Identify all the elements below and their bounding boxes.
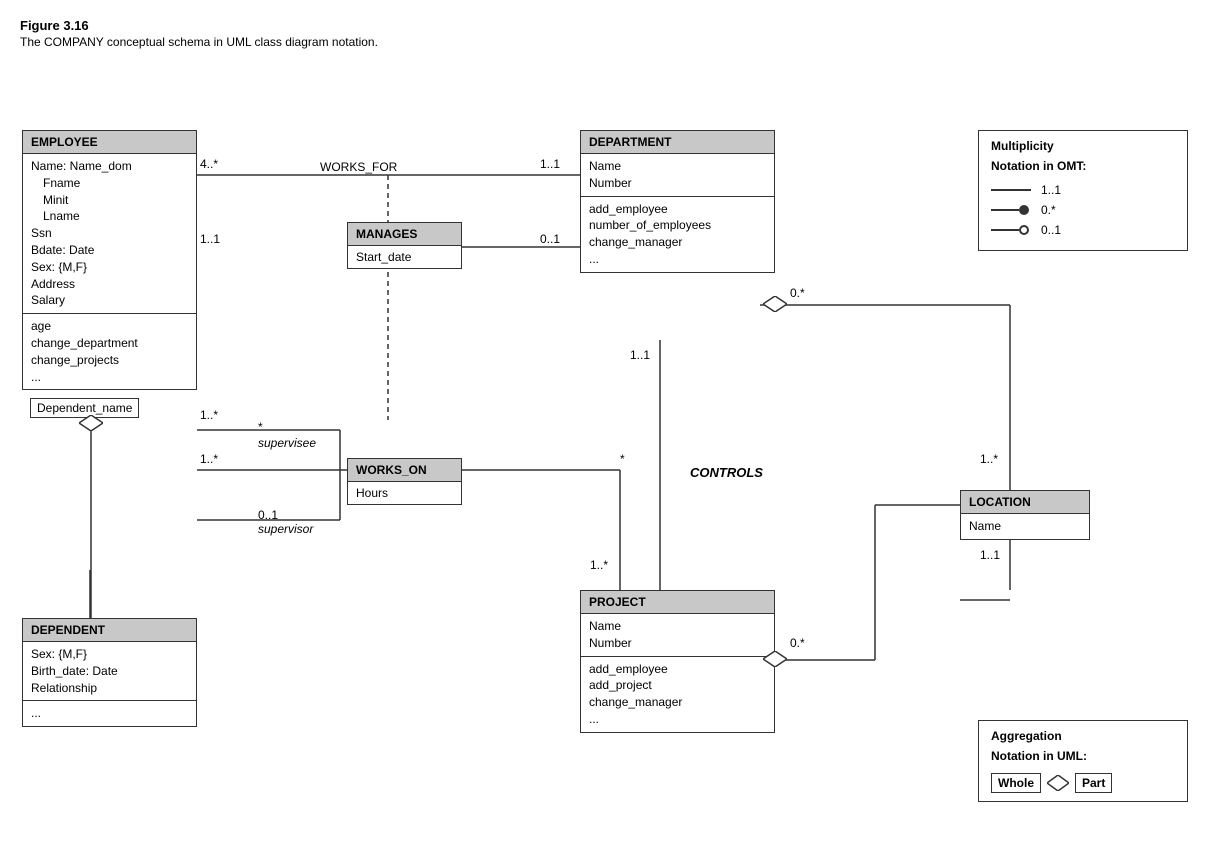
aggregation-legend: Aggregation Notation in UML: Whole Part xyxy=(978,720,1188,802)
legend-dot-icon xyxy=(1019,205,1029,215)
employee-class: EMPLOYEE Name: Name_dom Fname Minit Lnam… xyxy=(22,130,197,390)
project-header: PROJECT xyxy=(581,591,774,614)
dependent-attributes: Sex: {M,F} Birth_date: Date Relationship xyxy=(23,642,196,701)
dept-location-diamond xyxy=(763,296,787,312)
department-attributes: Name Number xyxy=(581,154,774,197)
dependent-header: DEPENDENT xyxy=(23,619,196,642)
mult-works-on-right: * xyxy=(620,452,625,466)
legend-line-1 xyxy=(991,189,1031,191)
mult-legend-row3: 0..1 xyxy=(991,223,1175,237)
agg-part-box: Part xyxy=(1075,773,1112,793)
department-methods: add_employee number_of_employees change_… xyxy=(581,197,774,272)
mult-manages-tr: 0..1 xyxy=(540,232,560,246)
legend-line-dot xyxy=(991,204,1031,216)
manages-box: MANAGES Start_date xyxy=(347,222,462,269)
mult-legend-title2: Notation in OMT: xyxy=(991,159,1175,173)
mult-controls-top: 1..1 xyxy=(630,348,650,362)
page-container: Figure 3.16 The COMPANY conceptual schem… xyxy=(0,0,1206,862)
mult-works-for-right: 1..1 xyxy=(540,157,560,171)
agg-whole-box: Whole xyxy=(991,773,1041,793)
manages-attr: Start_date xyxy=(348,246,461,268)
employee-methods: age change_department change_projects ..… xyxy=(23,314,196,389)
figure-title: Figure 3.16 xyxy=(20,18,1186,33)
mult-controls-bottom: 1..* xyxy=(590,558,608,572)
employee-header: EMPLOYEE xyxy=(23,131,196,154)
mult-supervisor: 0..1 xyxy=(258,508,278,522)
location-class: LOCATION Name xyxy=(960,490,1090,540)
works-for-label: WORKS_FOR xyxy=(320,160,397,174)
legend-circle-icon xyxy=(1019,225,1029,235)
mult-legend-title1: Multiplicity xyxy=(991,139,1175,153)
mult-manages-bl: 1..* xyxy=(200,408,218,422)
project-attributes: Name Number xyxy=(581,614,774,657)
mult-dept-loc-dept: 0.* xyxy=(790,286,805,300)
mult-dept-loc-loc: 1..* xyxy=(980,452,998,466)
agg-legend-row: Whole Part xyxy=(991,773,1175,793)
legend-line-circle xyxy=(991,224,1031,236)
agg-legend-title2: Notation in UML: xyxy=(991,749,1175,763)
mult-loc-bottom: 1..1 xyxy=(980,548,1000,562)
dependent-class: DEPENDENT Sex: {M,F} Birth_date: Date Re… xyxy=(22,618,197,727)
multiplicity-legend: Multiplicity Notation in OMT: 1..1 0.* 0… xyxy=(978,130,1188,251)
mult-manages-tl: 1..1 xyxy=(200,232,220,246)
project-class: PROJECT Name Number add_employee add_pro… xyxy=(580,590,775,733)
mult-supervisee: * xyxy=(258,420,263,434)
supervisee-label: supervisee xyxy=(258,436,316,450)
works-on-attr: Hours xyxy=(348,482,461,504)
department-header: DEPARTMENT xyxy=(581,131,774,154)
project-agg-diamond xyxy=(763,651,787,667)
works-on-box: WORKS_ON Hours xyxy=(347,458,462,505)
manages-header: MANAGES xyxy=(348,223,461,246)
agg-legend-title1: Aggregation xyxy=(991,729,1175,743)
dependent-diamond xyxy=(79,415,103,431)
agg-diamond-icon xyxy=(1047,775,1069,791)
controls-label: CONTROLS xyxy=(690,465,763,480)
mult-works-for-left: 4..* xyxy=(200,157,218,171)
location-header: LOCATION xyxy=(961,491,1089,514)
mult-proj-loc: 0.* xyxy=(790,636,805,650)
dependent-methods: ... xyxy=(23,701,196,726)
employee-attributes: Name: Name_dom Fname Minit Lname Ssn Bda… xyxy=(23,154,196,314)
supervisor-label: supervisor xyxy=(258,522,313,536)
department-class: DEPARTMENT Name Number add_employee numb… xyxy=(580,130,775,273)
figure-caption: The COMPANY conceptual schema in UML cla… xyxy=(20,35,1186,49)
location-attributes: Name xyxy=(961,514,1089,539)
mult-works-on-left: 1..* xyxy=(200,452,218,466)
works-on-header: WORKS_ON xyxy=(348,459,461,482)
mult-legend-row1: 1..1 xyxy=(991,183,1175,197)
project-methods: add_employee add_project change_manager … xyxy=(581,657,774,732)
mult-legend-row2: 0.* xyxy=(991,203,1175,217)
